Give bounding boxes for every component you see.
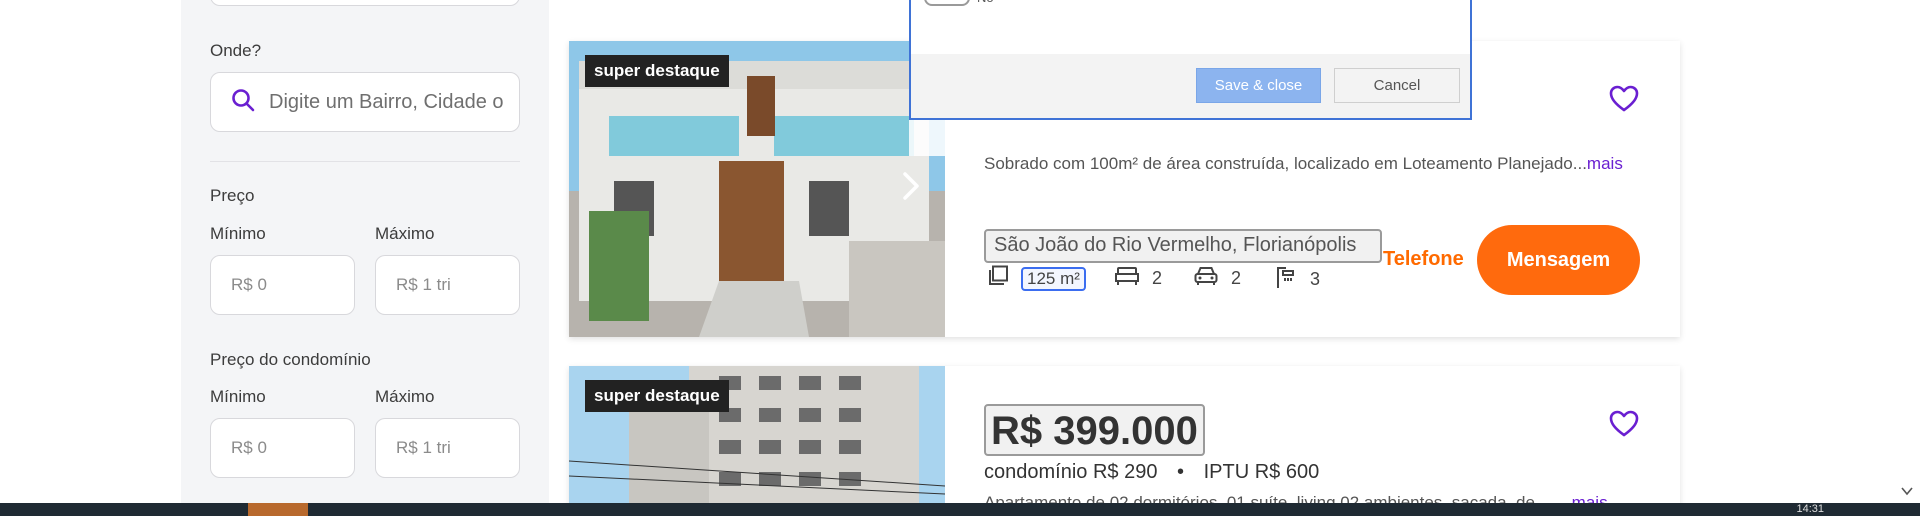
listing-price: R$ 399.000 bbox=[984, 404, 1205, 456]
taskbar-clock: 14:31 bbox=[1796, 503, 1824, 515]
more-link[interactable]: mais bbox=[1587, 154, 1623, 173]
heart-icon[interactable] bbox=[1609, 85, 1639, 113]
listing-photo[interactable]: super destaque bbox=[569, 41, 945, 337]
condo-max-input[interactable] bbox=[396, 438, 506, 458]
condo-max-label: Máximo bbox=[375, 387, 435, 406]
chevron-right-icon[interactable] bbox=[899, 166, 923, 206]
iptu-fee: IPTU R$ 600 bbox=[1203, 461, 1320, 483]
price-min-label: Mínimo bbox=[210, 224, 266, 243]
scroll-down-icon[interactable] bbox=[1900, 484, 1914, 498]
dialog-footer: Save & close Cancel bbox=[911, 54, 1470, 118]
price-min-field[interactable] bbox=[210, 255, 355, 315]
car-icon bbox=[1193, 265, 1231, 292]
message-button[interactable]: Mensagem bbox=[1477, 225, 1640, 295]
bathrooms-count: 3 bbox=[1310, 269, 1321, 289]
bed-icon bbox=[1114, 265, 1152, 292]
area-icon bbox=[987, 265, 1021, 292]
condo-min-input[interactable] bbox=[231, 438, 341, 458]
shower-icon bbox=[1274, 265, 1310, 294]
price-max-field[interactable] bbox=[375, 255, 520, 315]
bedrooms-count: 2 bbox=[1152, 268, 1163, 288]
feature-bathrooms: 3 bbox=[1274, 265, 1320, 294]
feature-bedrooms: 2 bbox=[1114, 265, 1162, 292]
listing-card[interactable]: super destaque R$ 399.000 condomínio R$ … bbox=[569, 366, 1680, 516]
sidebar-divider bbox=[210, 161, 520, 162]
dialog-toggle[interactable] bbox=[924, 0, 970, 6]
area-value: 125 m² bbox=[1021, 266, 1086, 291]
listing-fees: condomínio R$ 290 • IPTU R$ 600 bbox=[984, 461, 1319, 484]
price-label: Preço bbox=[210, 186, 255, 205]
filter-sidebar: Onde? Preço Mínimo Máximo Preço do condo… bbox=[181, 0, 549, 503]
listing-photo[interactable]: super destaque bbox=[569, 366, 945, 516]
condo-min-label: Mínimo bbox=[210, 387, 266, 406]
price-min-input[interactable] bbox=[231, 275, 341, 295]
price-max-input[interactable] bbox=[396, 275, 506, 295]
feature-parking: 2 bbox=[1193, 265, 1241, 292]
save-dialog: No Save & close Cancel bbox=[909, 0, 1472, 120]
save-close-button[interactable]: Save & close bbox=[1196, 68, 1321, 103]
location-search-field[interactable] bbox=[210, 72, 520, 132]
search-icon bbox=[231, 88, 255, 117]
cancel-button[interactable]: Cancel bbox=[1334, 68, 1460, 103]
dialog-toggle-label: No bbox=[977, 0, 994, 5]
super-highlight-badge: super destaque bbox=[585, 380, 729, 412]
location-search-input[interactable] bbox=[269, 90, 509, 114]
heart-icon[interactable] bbox=[1609, 410, 1639, 438]
phone-link[interactable]: Telefone bbox=[1383, 248, 1464, 271]
os-taskbar: 14:31 bbox=[0, 503, 1920, 516]
listing-location: São João do Rio Vermelho, Florianópolis bbox=[984, 229, 1382, 263]
condo-fee: condomínio R$ 290 bbox=[984, 461, 1158, 483]
condo-max-field[interactable] bbox=[375, 418, 520, 478]
price-max-label: Máximo bbox=[375, 224, 435, 243]
fee-separator: • bbox=[1177, 461, 1185, 483]
feature-area: 125 m² bbox=[987, 265, 1086, 292]
parking-count: 2 bbox=[1231, 268, 1242, 288]
super-highlight-badge: super destaque bbox=[585, 55, 729, 87]
where-label: Onde? bbox=[210, 41, 262, 60]
listing-description: Sobrado com 100m² de área construída, lo… bbox=[984, 154, 1623, 174]
condo-price-label: Preço do condomínio bbox=[210, 350, 371, 369]
taskbar-app-icon[interactable] bbox=[248, 503, 308, 516]
description-text: Sobrado com 100m² de área construída, lo… bbox=[984, 154, 1587, 173]
dialog-backdrop bbox=[909, 120, 1472, 156]
top-filter-input[interactable] bbox=[210, 0, 520, 6]
condo-min-field[interactable] bbox=[210, 418, 355, 478]
